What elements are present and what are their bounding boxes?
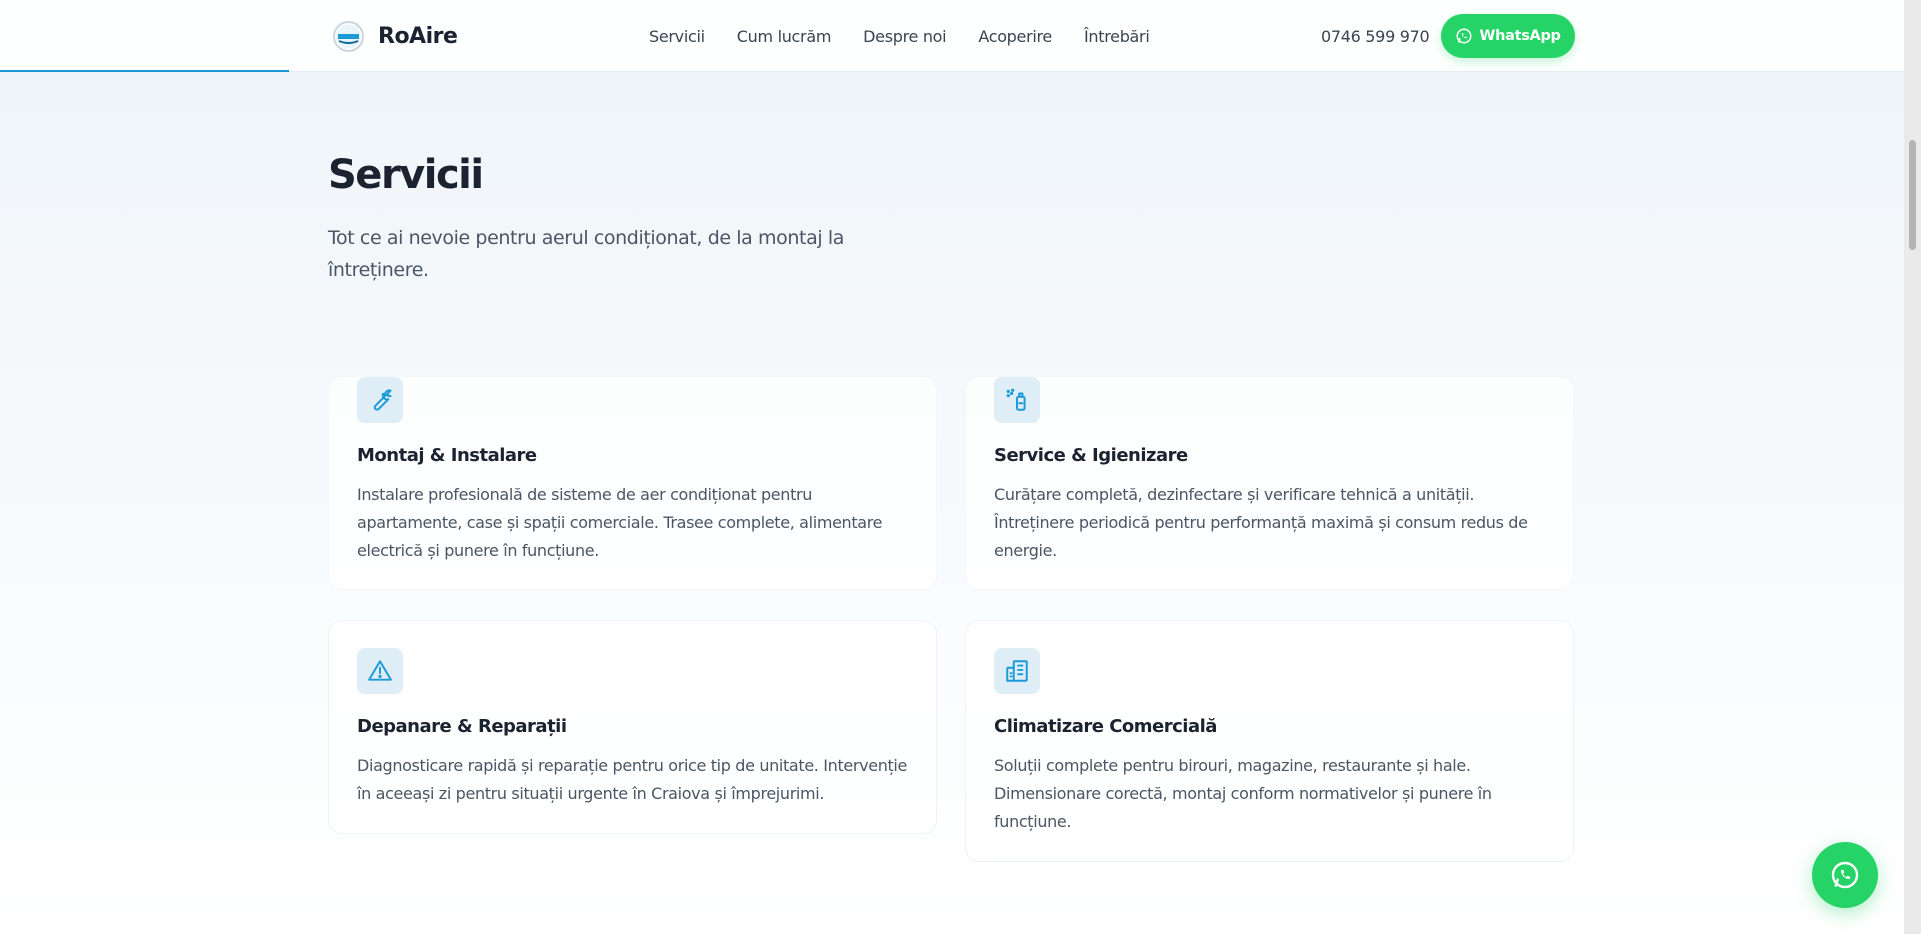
spray-bottle-icon — [994, 377, 1040, 423]
section-subtitle: Tot ce ai nevoie pentru aerul condiționa… — [328, 227, 844, 281]
service-card-montaj: Montaj & Instalare Instalare profesional… — [328, 376, 937, 590]
scrollbar-thumb[interactable] — [1909, 140, 1916, 250]
card-title: Depanare & Reparații — [357, 716, 567, 737]
card-description: Curățare completă, dezinfectare și verif… — [994, 485, 1528, 560]
service-card-comerciala: Climatizare Comercială Soluții complete … — [965, 620, 1574, 862]
service-card-igienizare: Service & Igienizare Curățare completă, … — [965, 376, 1574, 590]
whatsapp-icon — [1456, 28, 1472, 44]
whatsapp-icon — [1831, 861, 1859, 889]
floating-whatsapp-button[interactable] — [1812, 842, 1878, 908]
nav-acoperire[interactable]: Acoperire — [978, 27, 1052, 46]
card-description: Diagnosticare rapidă și reparație pentru… — [357, 756, 907, 803]
building-icon — [994, 648, 1040, 694]
card-title: Montaj & Instalare — [357, 445, 537, 466]
main-nav: Servicii Cum lucrăm Despre noi Acoperire… — [649, 27, 1181, 46]
scroll-progress-bar — [0, 70, 289, 72]
logo-icon — [333, 21, 364, 52]
nav-despre-noi[interactable]: Despre noi — [863, 27, 947, 46]
wrench-icon — [357, 377, 403, 423]
card-title: Service & Igienizare — [994, 445, 1188, 466]
card-description: Instalare profesională de sisteme de aer… — [357, 485, 883, 560]
card-description: Soluții complete pentru birouri, magazin… — [994, 756, 1492, 831]
section-title: Servicii — [328, 152, 484, 198]
page-scrollbar[interactable] — [1904, 0, 1921, 934]
warning-triangle-icon — [357, 648, 403, 694]
service-card-depanare: Depanare & Reparații Diagnosticare rapid… — [328, 620, 937, 834]
site-header: RoAire Servicii Cum lucrăm Despre noi Ac… — [0, 0, 1904, 72]
brand-name: RoAire — [378, 24, 458, 49]
whatsapp-button-label: WhatsApp — [1479, 28, 1561, 44]
nav-intrebari[interactable]: Întrebări — [1084, 27, 1150, 46]
card-title: Climatizare Comercială — [994, 716, 1217, 737]
brand[interactable]: RoAire — [333, 21, 458, 52]
nav-servicii[interactable]: Servicii — [649, 27, 705, 46]
phone-link[interactable]: 0746 599 970 — [1321, 27, 1430, 46]
whatsapp-button[interactable]: WhatsApp — [1441, 14, 1575, 58]
nav-cum-lucram[interactable]: Cum lucrăm — [737, 27, 832, 46]
